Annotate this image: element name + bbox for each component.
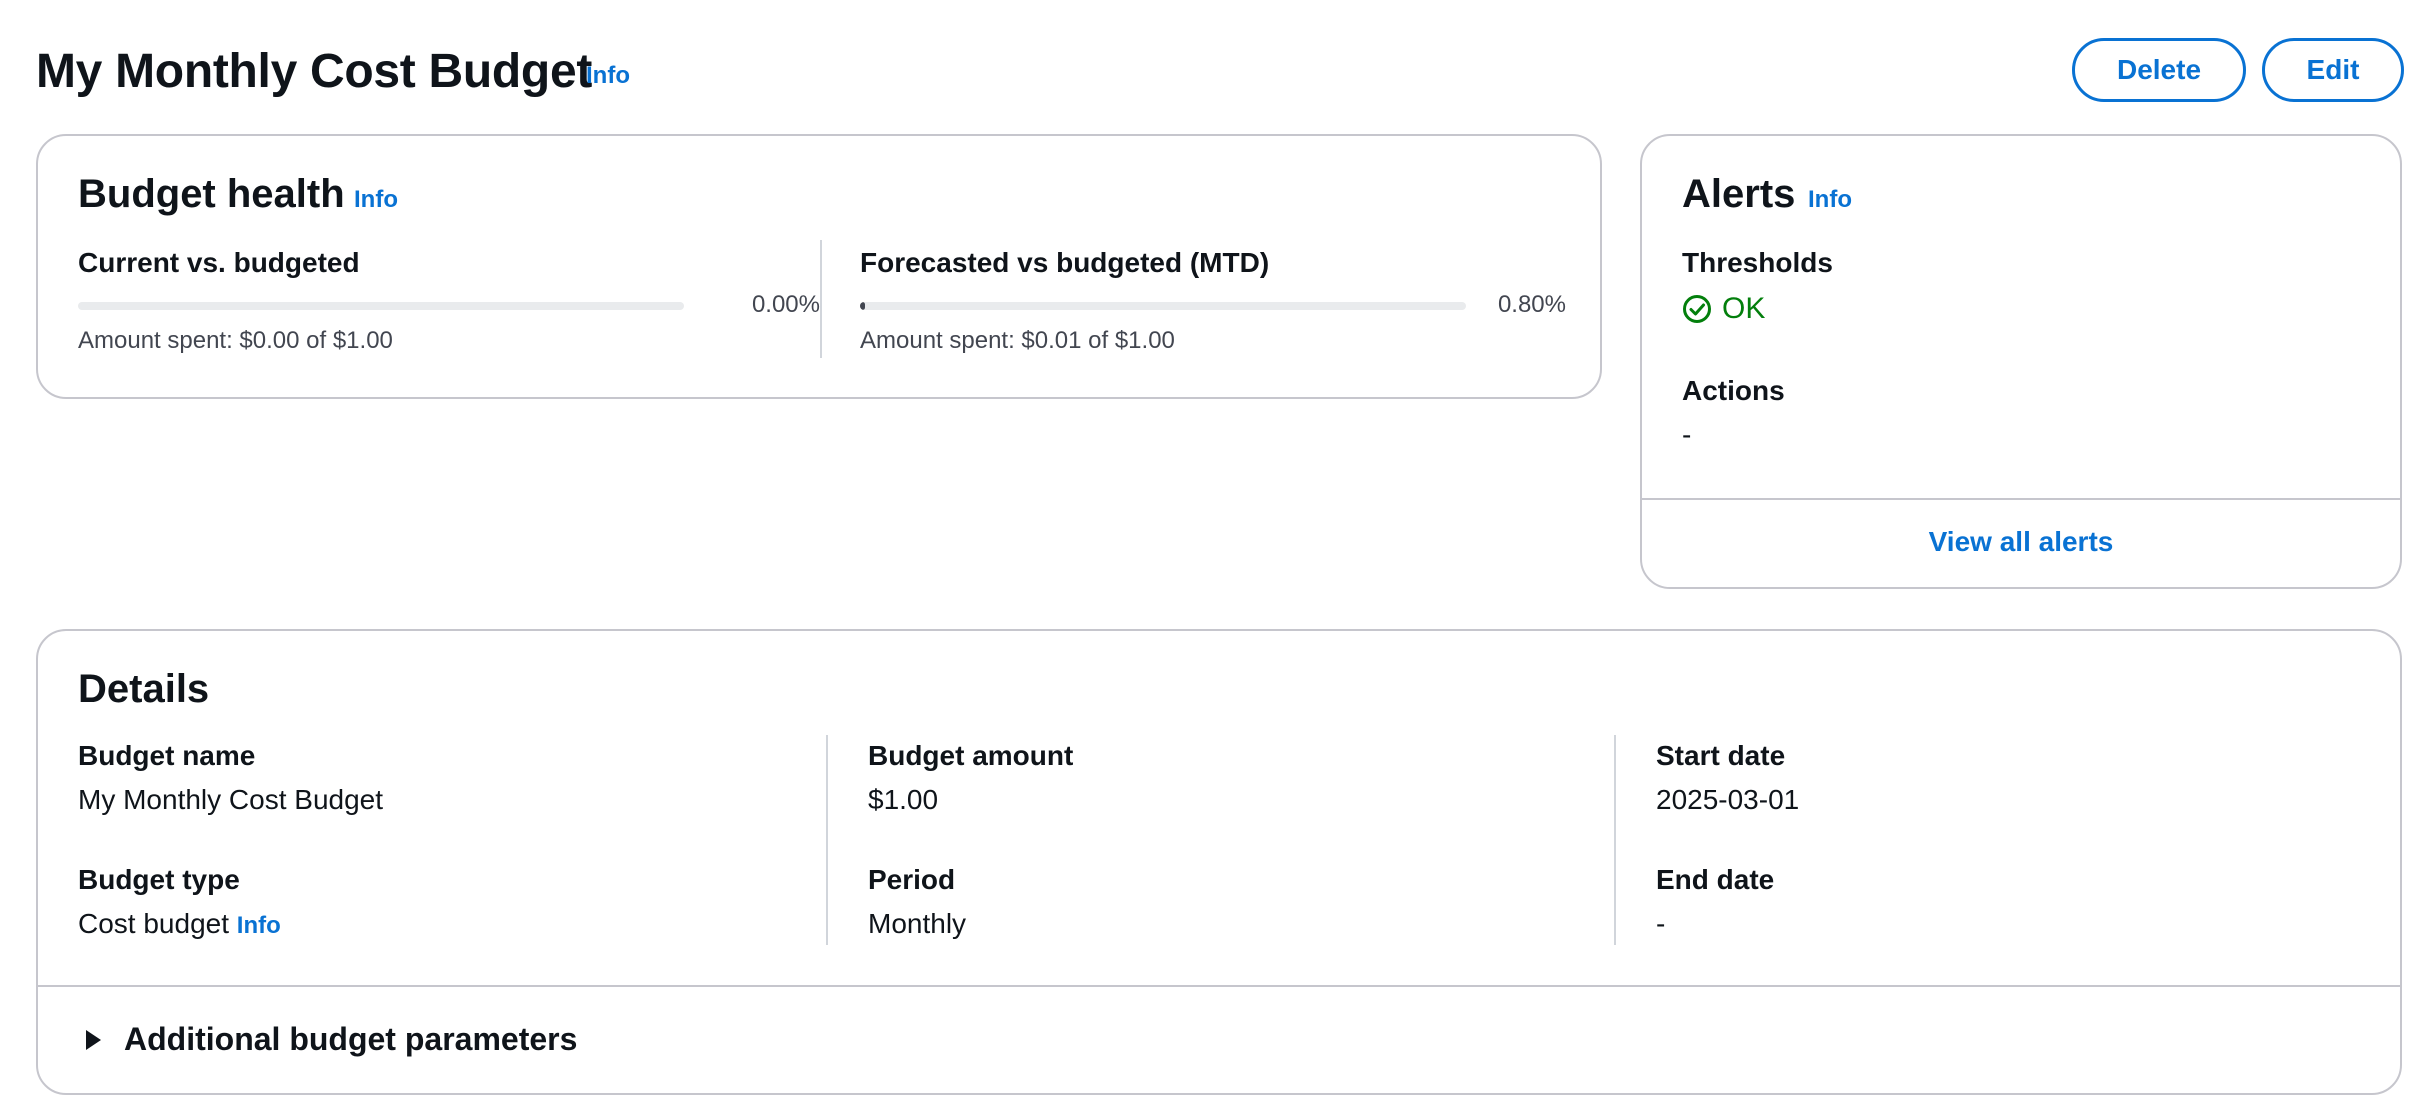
thresholds-status: OK bbox=[1682, 292, 1765, 326]
budget-name-label: Budget name bbox=[78, 740, 256, 771]
check-circle-icon bbox=[1682, 294, 1712, 324]
details-title: Details bbox=[78, 667, 210, 711]
page-header: My Monthly Cost Budget Info Delete Edit bbox=[36, 36, 2404, 106]
page-title-info-link[interactable]: Info bbox=[586, 62, 630, 90]
forecast-progress-percent: 0.80% bbox=[1497, 291, 1566, 318]
edit-button[interactable]: Edit bbox=[2262, 38, 2404, 102]
start-date-label: Start date bbox=[1656, 740, 1786, 771]
budget-amount-value: $1.00 bbox=[868, 784, 939, 815]
forecast-progress-fill bbox=[860, 302, 865, 310]
budget-health-title: Budget health bbox=[78, 172, 345, 216]
budget-type-label: Budget type bbox=[78, 864, 240, 895]
details-divider-1 bbox=[826, 735, 828, 945]
current-vs-budgeted-label: Current vs. budgeted bbox=[78, 247, 360, 278]
budget-type-value-row: Cost budget Info bbox=[78, 907, 281, 943]
thresholds-status-text: OK bbox=[1722, 292, 1766, 325]
current-amount-spent: Amount spent: $0.00 of $1.00 bbox=[78, 327, 393, 354]
details-card: Details Budget name My Monthly Cost Budg… bbox=[36, 629, 2402, 1095]
actions-value: - bbox=[1682, 419, 1692, 450]
period-label: Period bbox=[868, 864, 956, 895]
delete-button[interactable]: Delete bbox=[2072, 38, 2246, 102]
forecast-vs-budgeted-label: Forecasted vs budgeted (MTD) bbox=[860, 247, 1270, 278]
forecast-progress-bar bbox=[860, 302, 1466, 310]
view-all-alerts-link[interactable]: View all alerts bbox=[1642, 526, 2400, 558]
alerts-card: Alerts Info Thresholds OK Actions - View… bbox=[1640, 134, 2402, 589]
budget-type-info-link[interactable]: Info bbox=[237, 912, 281, 939]
thresholds-label: Thresholds bbox=[1682, 247, 1833, 278]
period-value: Monthly bbox=[868, 908, 967, 939]
budget-amount-label: Budget amount bbox=[868, 740, 1074, 771]
additional-budget-parameters-expander[interactable]: Additional budget parameters bbox=[84, 1021, 577, 1058]
additional-budget-parameters-label: Additional budget parameters bbox=[124, 1021, 578, 1057]
page-title: My Monthly Cost Budget bbox=[36, 45, 593, 98]
alerts-title: Alerts bbox=[1682, 172, 1796, 216]
budget-name-value: My Monthly Cost Budget bbox=[78, 784, 384, 815]
end-date-value: - bbox=[1656, 908, 1666, 939]
budget-type-value: Cost budget bbox=[78, 908, 229, 939]
current-progress-percent: 0.00% bbox=[751, 291, 820, 318]
forecast-amount-spent: Amount spent: $0.01 of $1.00 bbox=[860, 327, 1175, 354]
details-divider-2 bbox=[1614, 735, 1616, 945]
alerts-footer-divider bbox=[1642, 498, 2400, 500]
current-progress-bar bbox=[78, 302, 684, 310]
budget-health-divider bbox=[820, 240, 822, 358]
budget-health-info-link[interactable]: Info bbox=[354, 186, 398, 214]
caret-right-icon bbox=[84, 1029, 102, 1051]
start-date-value: 2025-03-01 bbox=[1656, 784, 1800, 815]
details-footer-divider bbox=[38, 985, 2400, 987]
budget-health-card: Budget health Info Current vs. budgeted … bbox=[36, 134, 1602, 399]
alerts-info-link[interactable]: Info bbox=[1808, 186, 1852, 214]
end-date-label: End date bbox=[1656, 864, 1775, 895]
actions-label: Actions bbox=[1682, 375, 1785, 406]
